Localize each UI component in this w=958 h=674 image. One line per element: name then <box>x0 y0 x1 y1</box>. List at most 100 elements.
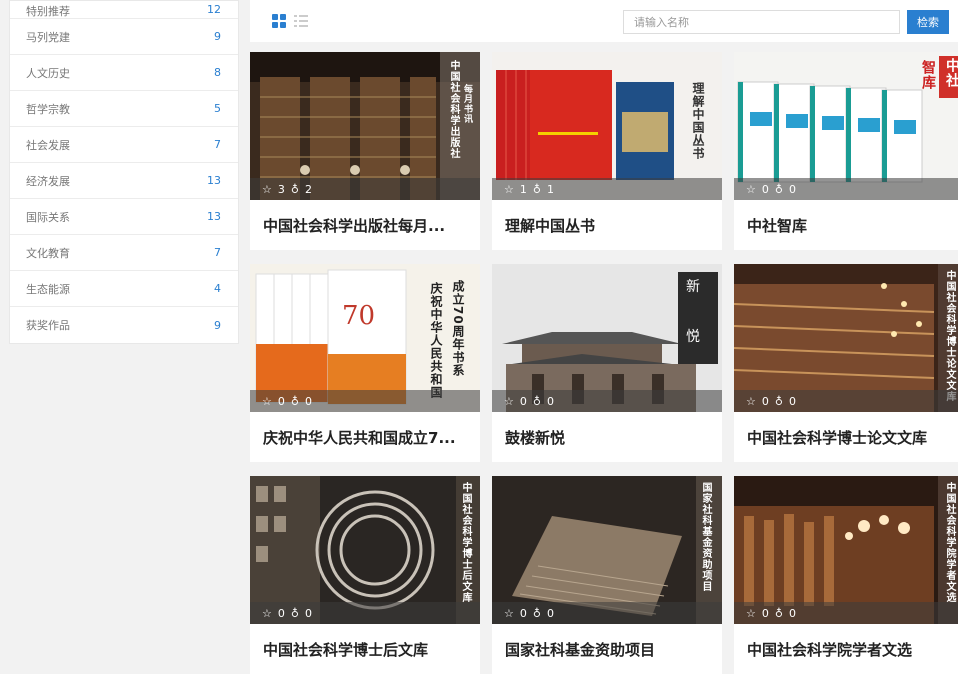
star-count: 0 <box>761 394 769 408</box>
like-icon[interactable]: ♁ <box>775 183 783 196</box>
series-card[interactable]: 国家社科基金资助项目 ☆ 0 ♁ 0 国家社科基金资助项目 <box>492 476 722 674</box>
cover-text: 智库 <box>920 60 936 90</box>
like-icon[interactable]: ♁ <box>533 607 541 620</box>
card-stats: ☆ 0 ♁ 0 <box>734 390 958 412</box>
card-cover-image: 中国社会科学院学者文选 ☆ 0 ♁ 0 <box>734 476 958 624</box>
card-stats: ☆ 0 ♁ 0 <box>492 390 722 412</box>
star-icon[interactable]: ☆ <box>262 607 272 620</box>
sidebar-item-label: 获奖作品 <box>26 319 70 332</box>
search-input[interactable] <box>623 10 900 34</box>
sidebar-item-count: 5 <box>214 102 221 115</box>
card-title[interactable]: 庆祝中华人民共和国成立7... <box>250 412 480 462</box>
sidebar-item-label: 哲学宗教 <box>26 102 70 116</box>
like-icon[interactable]: ♁ <box>533 183 541 196</box>
series-card[interactable]: 中国社会科学博士论文文库 ☆ 0 ♁ 0 中国社会科学博士论文文库 <box>734 264 958 462</box>
cover-text: 中国社会科学出版社 <box>448 60 459 159</box>
sidebar-item-marxism[interactable]: 马列党建 9 <box>10 19 238 55</box>
cover-text: 悦 <box>686 329 700 345</box>
card-cover-image: 中国社会科学博士后文库 ☆ 0 ♁ 0 <box>250 476 480 624</box>
series-card[interactable]: 中国社会科学博士后文库 ☆ 0 ♁ 0 中国社会科学博士后文库 <box>250 476 480 674</box>
star-icon[interactable]: ☆ <box>504 183 514 196</box>
star-icon[interactable]: ☆ <box>746 607 756 620</box>
like-count: 0 <box>788 606 796 620</box>
star-icon[interactable]: ☆ <box>746 395 756 408</box>
sidebar-item-international-relations[interactable]: 国际关系 13 <box>10 199 238 235</box>
series-card[interactable]: 新 悦 ☆ 0 ♁ 0 鼓楼新悦 <box>492 264 722 462</box>
card-title[interactable]: 中国社会科学出版社每月... <box>250 200 480 250</box>
sidebar-item-count: 12 <box>207 3 221 16</box>
cover-text: 新 <box>686 279 700 295</box>
like-icon[interactable]: ♁ <box>291 183 299 196</box>
sidebar-item-culture-education[interactable]: 文化教育 7 <box>10 235 238 271</box>
star-icon[interactable]: ☆ <box>262 395 272 408</box>
sidebar-item-humanities-history[interactable]: 人文历史 8 <box>10 55 238 91</box>
sidebar-item-count: 13 <box>207 210 221 223</box>
sidebar-item-label: 社会发展 <box>26 138 70 152</box>
cover-text: 中社 <box>944 58 958 88</box>
like-count: 0 <box>788 394 796 408</box>
sidebar-item-count: 4 <box>214 282 221 295</box>
card-cover-image: 理解中国丛书 ☆ 1 ♁ 1 <box>492 52 722 200</box>
svg-text:70: 70 <box>342 301 375 331</box>
search-button[interactable]: 检索 <box>907 10 949 34</box>
sidebar-item-social-development[interactable]: 社会发展 7 <box>10 127 238 163</box>
card-title[interactable]: 中社智库 <box>734 200 958 250</box>
sidebar-item-label: 生态能源 <box>26 282 70 296</box>
card-cover-image: 中国社会科学出版社 每月书讯 ☆ 3 ♁ 2 <box>250 52 480 200</box>
card-title[interactable]: 中国社会科学博士论文文库 <box>734 412 958 462</box>
cover-text: 成立70周年书系 <box>451 280 465 377</box>
like-icon[interactable]: ♁ <box>291 607 299 620</box>
star-icon[interactable]: ☆ <box>504 395 514 408</box>
cover-text: 理解中国丛书 <box>691 82 705 160</box>
series-card[interactable]: 70 成立70周年书系 庆祝中华人民共和国 ☆ 0 ♁ 0 庆祝中华人民共和国成立7… <box>250 264 480 462</box>
card-cover-image: 70 成立70周年书系 庆祝中华人民共和国 ☆ 0 ♁ 0 <box>250 264 480 412</box>
star-count: 1 <box>519 182 527 196</box>
like-icon[interactable]: ♁ <box>775 607 783 620</box>
like-count: 2 <box>304 182 312 196</box>
sidebar-item-label: 马列党建 <box>26 30 70 44</box>
sidebar-item-count: 13 <box>207 174 221 187</box>
series-card[interactable]: 中社 智库 ☆ 0 ♁ 0 中社智库 <box>734 52 958 250</box>
sidebar-item-label: 特别推荐 <box>26 5 70 18</box>
star-icon[interactable]: ☆ <box>262 183 272 196</box>
grid-view-icon[interactable] <box>272 14 286 28</box>
star-icon[interactable]: ☆ <box>746 183 756 196</box>
star-icon[interactable]: ☆ <box>504 607 514 620</box>
like-count: 0 <box>788 182 796 196</box>
card-stats: ☆ 0 ♁ 0 <box>734 178 958 200</box>
sidebar-item-ecology-energy[interactable]: 生态能源 4 <box>10 271 238 307</box>
like-icon[interactable]: ♁ <box>291 395 299 408</box>
star-count: 0 <box>277 394 285 408</box>
card-stats: ☆ 0 ♁ 0 <box>734 602 958 624</box>
sidebar-item-philosophy-religion[interactable]: 哲学宗教 5 <box>10 91 238 127</box>
card-title[interactable]: 鼓楼新悦 <box>492 412 722 462</box>
card-title[interactable]: 国家社科基金资助项目 <box>492 624 722 674</box>
card-stats: ☆ 0 ♁ 0 <box>250 602 480 624</box>
series-card[interactable]: 中国社会科学院学者文选 ☆ 0 ♁ 0 中国社会科学院学者文选 <box>734 476 958 674</box>
series-card[interactable]: 理解中国丛书 ☆ 1 ♁ 1 理解中国丛书 <box>492 52 722 250</box>
cover-text: 国家社科基金资助项目 <box>700 482 711 592</box>
sidebar-item-count: 9 <box>214 318 221 332</box>
category-sidebar: 特别推荐 12 马列党建 9 人文历史 8 哲学宗教 5 社会发展 7 经济发展… <box>9 0 239 344</box>
cover-text: 中国社会科学博士论文文库 <box>944 270 955 402</box>
sidebar-item-award-works[interactable]: 获奖作品 9 <box>10 307 238 343</box>
list-view-icon[interactable] <box>294 14 308 28</box>
sidebar-item-featured[interactable]: 特别推荐 12 <box>10 1 238 19</box>
sidebar-item-count: 8 <box>214 66 221 79</box>
series-card[interactable]: 中国社会科学出版社 每月书讯 ☆ 3 ♁ 2 中国社会科学出版社每月... <box>250 52 480 250</box>
cover-text: 庆祝中华人民共和国 <box>429 282 443 399</box>
like-count: 0 <box>546 394 554 408</box>
card-stats: ☆ 0 ♁ 0 <box>492 602 722 624</box>
like-count: 1 <box>546 182 554 196</box>
card-cover-image: 国家社科基金资助项目 ☆ 0 ♁ 0 <box>492 476 722 624</box>
star-count: 0 <box>761 182 769 196</box>
card-title[interactable]: 中国社会科学院学者文选 <box>734 624 958 674</box>
like-icon[interactable]: ♁ <box>775 395 783 408</box>
sidebar-item-economic-development[interactable]: 经济发展 13 <box>10 163 238 199</box>
card-title[interactable]: 理解中国丛书 <box>492 200 722 250</box>
sidebar-item-count: 9 <box>214 30 221 43</box>
card-stats: ☆ 1 ♁ 1 <box>492 178 722 200</box>
like-icon[interactable]: ♁ <box>533 395 541 408</box>
like-count: 0 <box>304 394 312 408</box>
card-title[interactable]: 中国社会科学博士后文库 <box>250 624 480 674</box>
